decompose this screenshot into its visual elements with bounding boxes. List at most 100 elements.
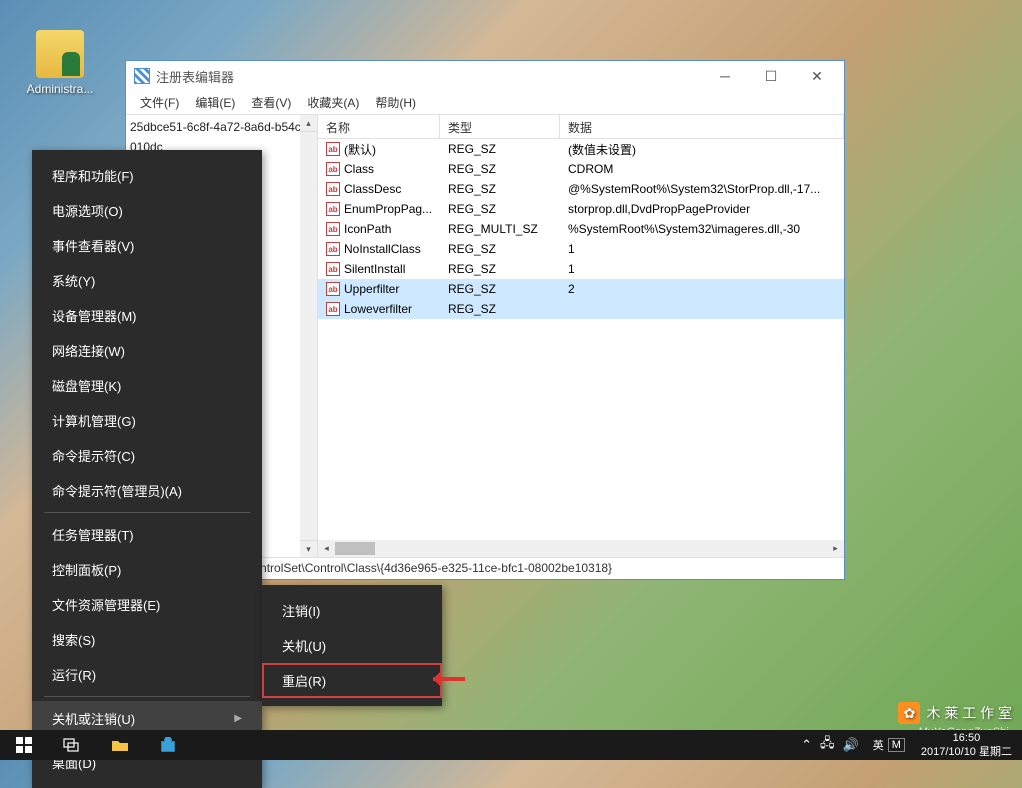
value-data: storprop.dll,DvdPropPageProvider (560, 202, 844, 216)
menu-edit[interactable]: 编辑(E) (187, 92, 243, 113)
ime-indicator[interactable]: 英 M (867, 737, 911, 753)
value-row[interactable]: ClassREG_SZCDROM (318, 159, 844, 179)
menu-label: 网络连接(W) (52, 341, 125, 360)
network-icon[interactable]: 🖧 (820, 734, 835, 756)
task-view-icon (63, 738, 81, 752)
winx-item[interactable]: 事件查看器(V) (32, 228, 262, 263)
winx-item[interactable]: 网络连接(W) (32, 333, 262, 368)
scroll-down-icon[interactable]: ▾ (300, 540, 317, 557)
taskbar-clock[interactable]: 16:50 2017/10/10 星期二 (911, 731, 1022, 759)
system-tray[interactable]: ⌃ 🖧 🔊 (793, 734, 867, 756)
value-data: 2 (560, 282, 844, 296)
taskbar-explorer[interactable] (96, 730, 144, 760)
menu-label: 文件资源管理器(E) (52, 595, 160, 614)
clock-time: 16:50 (921, 731, 1012, 745)
winx-item[interactable]: 系统(Y) (32, 263, 262, 298)
winx-item[interactable]: 磁盘管理(K) (32, 368, 262, 403)
value-name: Loweverfilter (344, 302, 412, 316)
value-name: (默认) (344, 141, 376, 158)
menu-label: 事件查看器(V) (52, 236, 134, 255)
folder-user-icon (36, 30, 84, 78)
menu-separator (44, 512, 250, 513)
col-name[interactable]: 名称 (318, 115, 440, 138)
submenu-shutdown[interactable]: 关机(U) (262, 628, 442, 663)
scroll-left-icon[interactable]: ◂ (318, 540, 335, 557)
watermark-logo-icon (898, 702, 920, 724)
winx-item[interactable]: 文件资源管理器(E) (32, 587, 262, 622)
minimize-button[interactable]: ─ (702, 61, 748, 91)
list-header[interactable]: 名称 类型 数据 (318, 115, 844, 139)
tree-item[interactable]: 25dbce51-6c8f-4a72-8a6d-b54c2b (126, 117, 317, 137)
winx-item[interactable]: 设备管理器(M) (32, 298, 262, 333)
taskbar-store[interactable] (144, 730, 192, 760)
desktop-icon-administrator[interactable]: Administra... (20, 30, 100, 96)
scroll-thumb[interactable] (335, 542, 375, 555)
value-data: 1 (560, 242, 844, 256)
menu-label: 电源选项(O) (52, 201, 123, 220)
menu-help[interactable]: 帮助(H) (367, 92, 424, 113)
volume-icon[interactable]: 🔊 (843, 737, 859, 753)
winx-item[interactable]: 运行(R) (32, 657, 262, 692)
menu-separator (44, 696, 250, 697)
close-button[interactable]: ✕ (794, 61, 840, 91)
string-value-icon (326, 182, 340, 196)
value-type: REG_SZ (440, 302, 560, 316)
folder-icon (111, 738, 129, 752)
col-type[interactable]: 类型 (440, 115, 560, 138)
maximize-button[interactable]: ☐ (748, 61, 794, 91)
watermark-text: 木 莱 工 作 室 (926, 703, 1012, 723)
value-type: REG_SZ (440, 182, 560, 196)
windows-icon (16, 737, 32, 753)
menu-label: 搜索(S) (52, 630, 95, 649)
submenu-restart[interactable]: 重启(R) (262, 663, 442, 698)
values-list: 名称 类型 数据 (默认)REG_SZ(数值未设置)ClassREG_SZCDR… (318, 115, 844, 557)
value-data: CDROM (560, 162, 844, 176)
winx-item[interactable]: 任务管理器(T) (32, 517, 262, 552)
scroll-up-icon[interactable]: ▴ (300, 115, 317, 132)
value-row[interactable]: EnumPropPag...REG_SZstorprop.dll,DvdProp… (318, 199, 844, 219)
value-row[interactable]: NoInstallClass REG_SZ1 (318, 239, 844, 259)
desktop-icon-label: Administra... (20, 82, 100, 96)
store-icon (160, 737, 176, 753)
value-name: IconPath (344, 222, 391, 236)
scroll-right-icon[interactable]: ▸ (827, 540, 844, 557)
winx-item[interactable]: 程序和功能(F) (32, 158, 262, 193)
winx-item[interactable]: 电源选项(O) (32, 193, 262, 228)
regedit-icon (134, 68, 150, 84)
winx-item[interactable]: 搜索(S) (32, 622, 262, 657)
value-name: SilentInstall (344, 262, 405, 276)
value-data: %SystemRoot%\System32\imageres.dll,-30 (560, 222, 844, 236)
watermark: 木 莱 工 作 室 (898, 702, 1012, 724)
menu-view[interactable]: 查看(V) (243, 92, 299, 113)
value-name: NoInstallClass (344, 242, 421, 256)
value-row[interactable]: SilentInstallREG_SZ1 (318, 259, 844, 279)
start-button[interactable] (0, 730, 48, 760)
col-data[interactable]: 数据 (560, 115, 844, 138)
value-name: ClassDesc (344, 182, 401, 196)
menu-favorites[interactable]: 收藏夹(A) (299, 92, 367, 113)
string-value-icon (326, 282, 340, 296)
titlebar[interactable]: 注册表编辑器 ─ ☐ ✕ (126, 61, 844, 91)
task-view-button[interactable] (48, 730, 96, 760)
value-row[interactable]: UpperfilterREG_SZ2 (318, 279, 844, 299)
menu-file[interactable]: 文件(F) (132, 92, 187, 113)
value-data: @%SystemRoot%\System32\StorProp.dll,-17.… (560, 182, 844, 196)
value-row[interactable]: (默认)REG_SZ(数值未设置) (318, 139, 844, 159)
winx-item[interactable]: 命令提示符(C) (32, 438, 262, 473)
value-row[interactable]: IconPathREG_MULTI_SZ%SystemRoot%\System3… (318, 219, 844, 239)
winx-item[interactable]: 计算机管理(G) (32, 403, 262, 438)
menu-label: 控制面板(P) (52, 560, 121, 579)
menu-label: 设备管理器(M) (52, 306, 137, 325)
winx-item[interactable]: 控制面板(P) (32, 552, 262, 587)
tree-scrollbar[interactable]: ▴ ▾ (300, 115, 317, 557)
value-row[interactable]: ClassDesc REG_SZ@%SystemRoot%\System32\St… (318, 179, 844, 199)
value-row[interactable]: Loweverfilter REG_SZ (318, 299, 844, 319)
horizontal-scrollbar[interactable]: ◂ ▸ (318, 540, 844, 557)
tray-up-icon[interactable]: ⌃ (801, 737, 812, 753)
value-type: REG_SZ (440, 242, 560, 256)
value-data: (数值未设置) (560, 141, 844, 158)
winx-item[interactable]: 命令提示符(管理员)(A) (32, 473, 262, 508)
string-value-icon (326, 222, 340, 236)
submenu-signout[interactable]: 注销(I) (262, 593, 442, 628)
value-type: REG_SZ (440, 282, 560, 296)
